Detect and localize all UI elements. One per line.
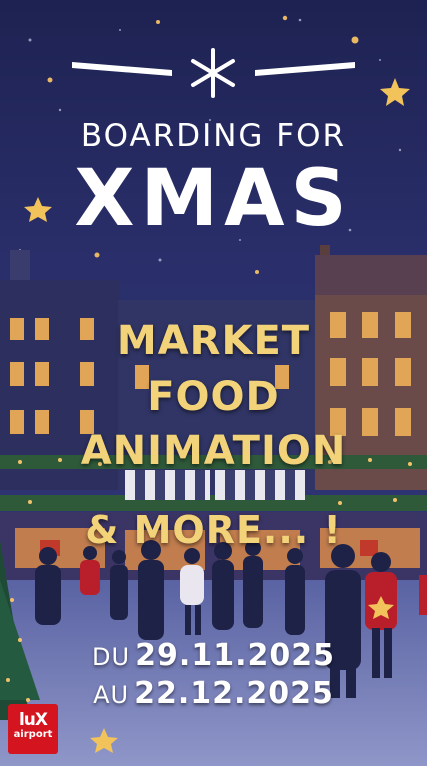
date-to: AU 22.12.2025 bbox=[0, 676, 427, 711]
date-to-prefix: AU bbox=[93, 681, 130, 709]
logo-wordmark: luX bbox=[18, 710, 48, 730]
highlight-food: FOOD bbox=[147, 374, 280, 420]
highlight-more: & MORE... ! bbox=[85, 508, 342, 552]
title-line-2: XMAS bbox=[74, 154, 353, 244]
date-from-prefix: DU bbox=[92, 643, 131, 671]
title-line-1: BOARDING FOR bbox=[80, 118, 347, 154]
date-from: DU 29.11.2025 bbox=[0, 638, 427, 673]
event-poster: BOARDING FOR XMAS MARKET FOOD ANIMATION … bbox=[0, 0, 427, 766]
date-to-value: 22.12.2025 bbox=[134, 676, 334, 711]
lux-airport-logo: luX airport bbox=[8, 704, 58, 754]
highlight-market: MARKET bbox=[116, 318, 311, 364]
date-from-value: 29.11.2025 bbox=[135, 638, 335, 673]
logo-subtext: airport bbox=[13, 729, 53, 740]
highlight-animation: ANIMATION bbox=[80, 428, 347, 474]
